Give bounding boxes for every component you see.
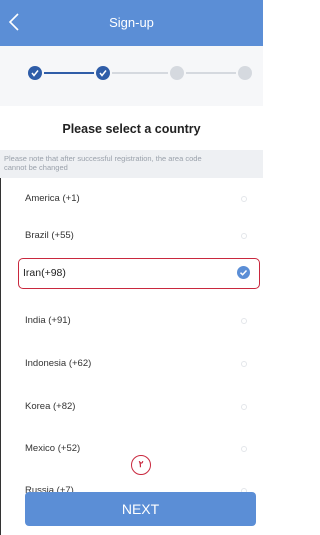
area-code-notice: Please note that after successful regist… — [0, 150, 263, 178]
check-icon — [99, 70, 107, 77]
country-option-america[interactable]: America (+1) — [0, 178, 263, 220]
radio-unchecked-icon[interactable] — [241, 446, 247, 452]
radio-unchecked-icon[interactable] — [241, 404, 247, 410]
section-heading: Please select a country — [0, 106, 263, 150]
country-option-korea[interactable]: Korea (+82) — [0, 386, 263, 428]
country-label: India (+91) — [25, 315, 71, 326]
annotation-marker: ٢ — [131, 455, 151, 475]
country-label: America (+1) — [25, 193, 80, 204]
step-3-indicator — [170, 66, 184, 80]
next-button[interactable]: NEXT — [25, 492, 256, 526]
country-label: Korea (+82) — [25, 401, 76, 412]
country-label: Brazil (+55) — [25, 230, 74, 241]
notice-line-2: cannot be changed — [4, 162, 68, 172]
radio-checked-icon[interactable] — [237, 266, 250, 279]
country-option-india[interactable]: India (+91) — [0, 300, 263, 342]
country-label: Iran(+98) — [23, 267, 66, 279]
radio-unchecked-icon[interactable] — [241, 196, 247, 202]
country-label: Mexico (+52) — [25, 443, 81, 454]
country-label: Indonesia (+62) — [25, 358, 92, 369]
step-2-indicator — [96, 66, 110, 80]
country-option-brazil[interactable]: Brazil (+55) — [0, 215, 263, 257]
step-connector — [112, 72, 168, 74]
radio-unchecked-icon[interactable] — [241, 318, 247, 324]
page-title: Sign-up — [109, 15, 154, 30]
step-connector — [44, 72, 94, 74]
app-header: Sign-up — [0, 0, 263, 46]
step-connector — [186, 72, 236, 74]
radio-unchecked-icon[interactable] — [241, 233, 247, 239]
country-option-indonesia[interactable]: Indonesia (+62) — [0, 343, 263, 385]
step-4-indicator — [238, 66, 252, 80]
progress-stepper — [0, 46, 263, 106]
step-1-indicator — [28, 66, 42, 80]
radio-unchecked-icon[interactable] — [241, 361, 247, 367]
check-icon — [31, 70, 39, 77]
country-option-iran[interactable]: Iran(+98) — [18, 258, 260, 289]
